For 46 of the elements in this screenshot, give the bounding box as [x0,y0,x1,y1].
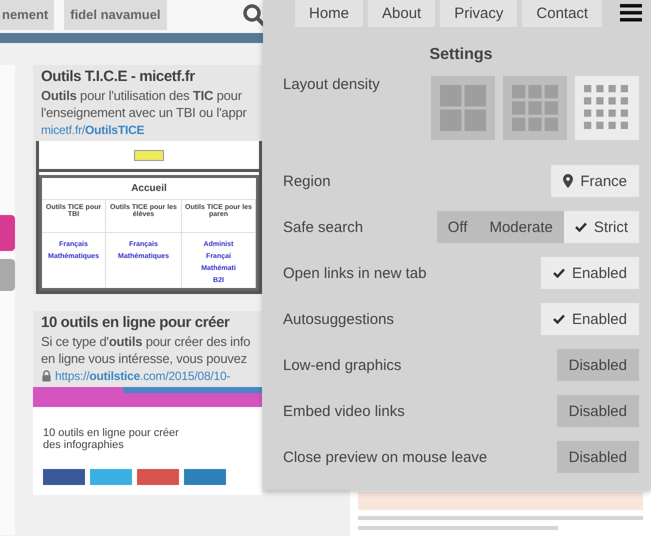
grid-icon [440,85,486,131]
location-pin-icon [563,174,574,188]
toggle-button[interactable]: Disabled [556,395,639,427]
share-button[interactable] [137,469,179,485]
check-icon [552,314,565,324]
toggle-button[interactable]: Enabled [540,257,639,289]
setting-label: Open links in new tab [283,264,426,282]
segment-option[interactable]: Strict [564,211,639,243]
check-icon [552,268,565,278]
check-icon [574,222,587,232]
lock-icon [41,370,52,382]
result-title[interactable]: Outils T.I.C.E - micetf.fr [41,68,258,85]
share-button[interactable] [184,469,226,485]
density-option[interactable] [431,76,495,140]
setting-label: Close preview on mouse leave [283,448,488,466]
preview-heading: Accueil [42,178,256,200]
search-icon[interactable] [242,3,266,27]
nav-link[interactable]: Home [295,0,364,27]
result-description: Outils pour l'utilisation des TIC pour l'enseignement avec un TBI ou l'appr [41,87,248,121]
setting-label: Safe search [283,218,364,236]
setting-label: Low-end graphics [283,356,402,374]
share-button[interactable] [43,469,85,485]
article-title: 10 outils en ligne pour créer des infographies [43,427,180,451]
setting-label: Autosuggestions [283,310,394,328]
grid-icon [512,85,558,131]
toggle-button[interactable]: Disabled [556,441,639,473]
density-option[interactable] [575,76,639,140]
category-tab[interactable]: fidel navamuel [64,0,167,30]
settings-title: Settings [428,46,494,64]
nav-link[interactable]: About [368,0,436,27]
result-description: Si ce type d'outils pour créer des info en ligne vous intéresse, vous pouvez [41,333,252,367]
toggle-button[interactable]: Enabled [540,303,639,335]
grid-icon [584,85,630,131]
nav-link[interactable]: Contact [522,0,602,27]
share-button[interactable] [90,469,132,485]
menu-icon[interactable] [620,3,642,23]
nav-link[interactable]: Privacy [440,0,518,27]
region-button[interactable]: France [551,165,639,197]
result-title[interactable]: 10 outils en ligne pour créer [41,314,258,331]
logo-badge [134,150,164,160]
density-option[interactable] [503,76,567,140]
setting-label: Embed video links [283,402,405,420]
setting-label: Region [283,172,331,190]
toggle-button[interactable]: Disabled [556,349,639,381]
category-tab[interactable]: nement [0,0,54,30]
setting-label: Layout density [283,76,380,93]
